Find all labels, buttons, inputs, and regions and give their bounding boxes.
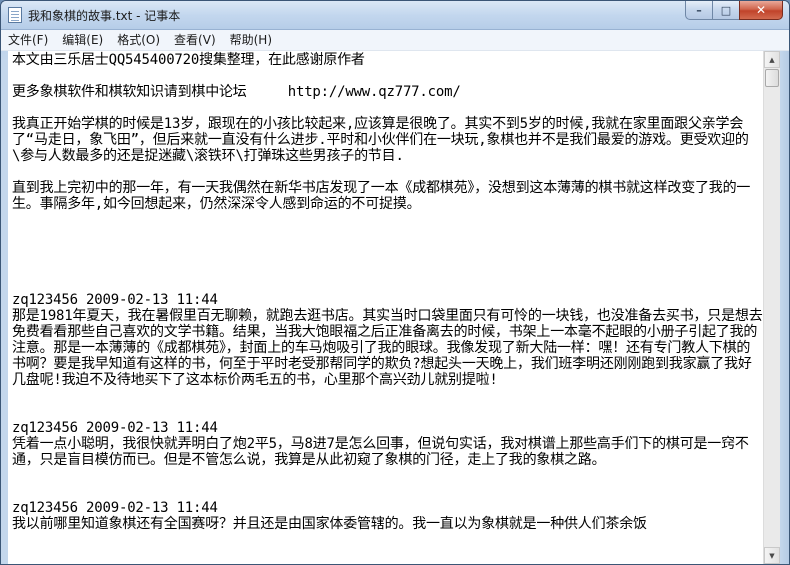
menu-file[interactable]: 文件(F)	[1, 30, 55, 50]
text-editor[interactable]: 本文由三乐居士QQ545400720搜集整理，在此感谢原作者 更多象棋软件和棋软…	[8, 51, 763, 564]
notepad-icon[interactable]	[8, 7, 22, 23]
window-frame-right	[780, 51, 789, 564]
scroll-thumb[interactable]	[765, 69, 779, 87]
close-icon: ✕	[755, 3, 767, 17]
menu-bar: 文件(F) 编辑(E) 格式(O) 查看(V) 帮助(H)	[1, 30, 789, 51]
scroll-up-button[interactable]: ▲	[764, 51, 780, 68]
title-bar[interactable]: 我和象棋的故事.txt - 记事本 – □ ✕	[1, 1, 789, 30]
minimize-button[interactable]: –	[685, 1, 712, 20]
maximize-button[interactable]: □	[712, 1, 739, 20]
close-button[interactable]: ✕	[739, 1, 783, 20]
maximize-icon: □	[720, 3, 732, 17]
menu-view[interactable]: 查看(V)	[167, 30, 223, 50]
menu-help[interactable]: 帮助(H)	[223, 30, 279, 50]
window-title: 我和象棋的故事.txt - 记事本	[28, 9, 181, 23]
chevron-up-icon: ▲	[769, 55, 775, 64]
caption-buttons: – □ ✕	[685, 1, 783, 21]
scroll-down-button[interactable]: ▼	[764, 547, 780, 564]
menu-format[interactable]: 格式(O)	[110, 30, 167, 50]
menu-edit[interactable]: 编辑(E)	[55, 30, 110, 50]
notepad-window: 我和象棋的故事.txt - 记事本 – □ ✕ 文件(F) 编辑(E) 格式(O…	[0, 0, 790, 565]
vertical-scrollbar[interactable]: ▲ ▼	[763, 51, 780, 564]
chevron-down-icon: ▼	[769, 551, 775, 560]
minimize-icon: –	[696, 3, 702, 17]
document-text[interactable]: 本文由三乐居士QQ545400720搜集整理，在此感谢原作者 更多象棋软件和棋软…	[8, 51, 763, 532]
